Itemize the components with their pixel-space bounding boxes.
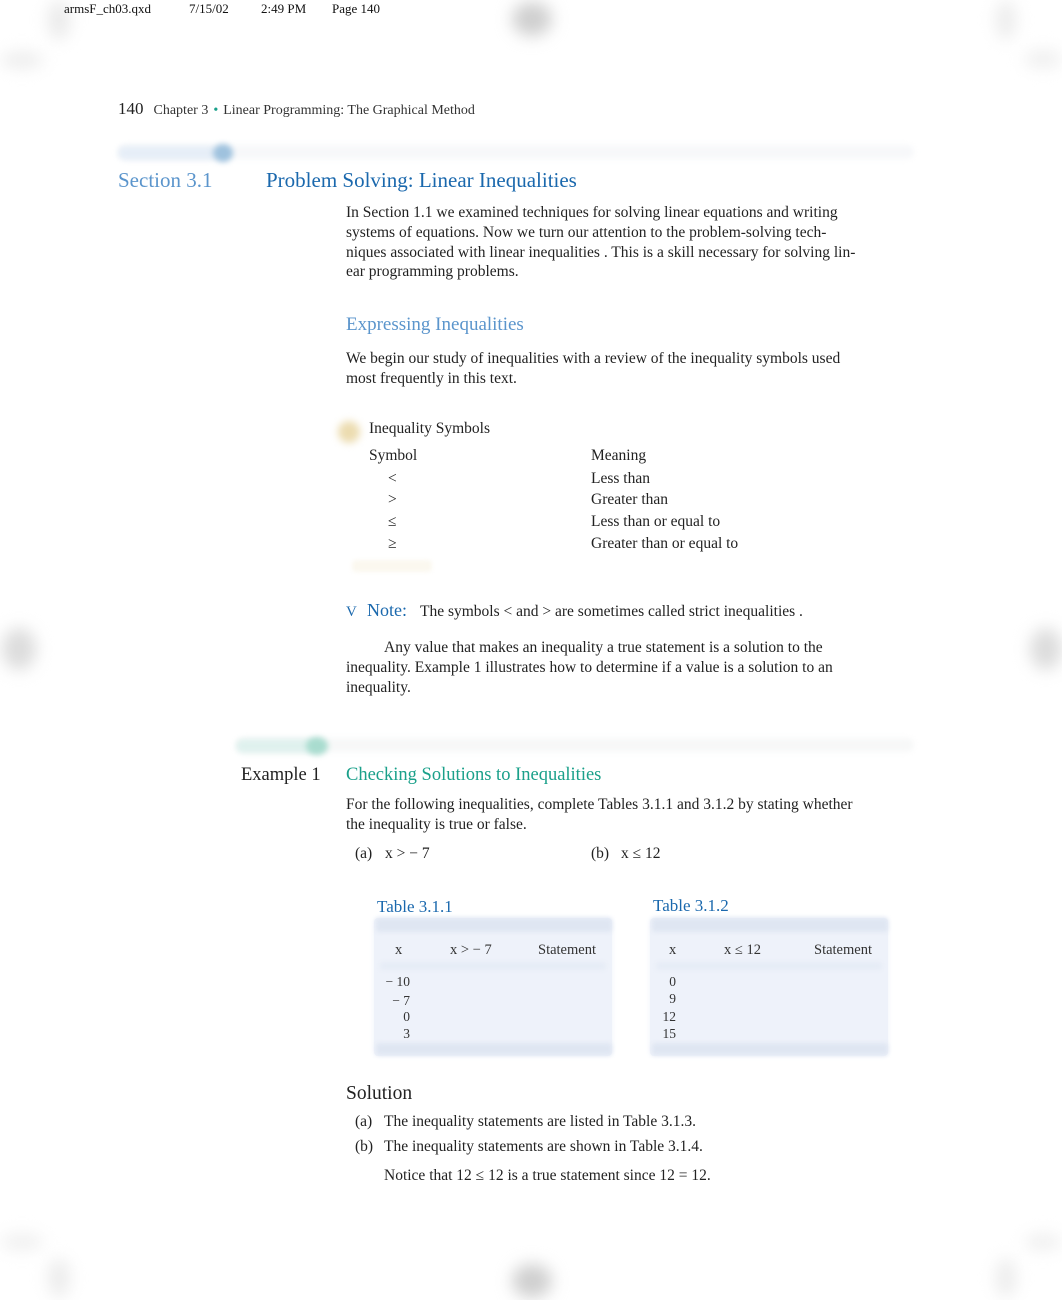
table-3-1-2-header-inequality: x ≤ 12	[724, 942, 761, 958]
intro-line: In Section 1.1 we examined techniques fo…	[346, 204, 838, 221]
symbol-greater-equal: ≥	[388, 535, 397, 552]
slug-page: Page 140	[332, 1, 381, 16]
expressing-line: most frequently in this text.	[346, 369, 517, 387]
example-rule	[236, 738, 914, 752]
symbol-less-than: <	[388, 470, 397, 487]
part-b-inequality: x ≤ 12	[621, 845, 661, 862]
example-rule-dot	[306, 737, 328, 755]
table-3-1-1-header-rule	[380, 962, 606, 970]
solution-definition-paragraph: Any value that makes an inequality a tru…	[346, 638, 912, 697]
table-3-1-2-header-rule	[656, 962, 882, 970]
slug-date: 7/15/02	[189, 1, 229, 16]
slug-filename: armsF_ch03.qxd	[64, 1, 152, 16]
solution-b-label: (b)	[355, 1138, 374, 1155]
table-3-1-2-header-statement: Statement	[814, 942, 872, 958]
example-label: Example 1	[241, 765, 321, 785]
expressing-line: We begin our study of inequalities with …	[346, 350, 841, 367]
solution-notice: Notice that 12 ≤ 12 is a true statement …	[384, 1167, 711, 1184]
table-3-1-1-top-band	[376, 918, 612, 932]
crop-mark-bottom-left	[48, 1258, 70, 1298]
symbols-col-meaning: Meaning	[591, 447, 647, 464]
symbols-box-tab	[352, 560, 432, 572]
meaning-less-equal: Less than or equal to	[591, 513, 721, 530]
table-3-1-1-x-value: 0	[403, 1009, 410, 1024]
section-rule	[118, 145, 914, 159]
example-line: For the following inequalities, complete…	[346, 796, 853, 813]
registration-mark-left	[2, 628, 36, 670]
chapter-title: Linear Programming: The Graphical Method	[223, 103, 475, 118]
running-head: 140 Chapter 3 • Linear Programming: The Gra…	[118, 99, 475, 119]
intro-paragraph: In Section 1.1 we examined techniques fo…	[346, 203, 912, 282]
intro-line: ear programming problems.	[346, 263, 519, 281]
table-3-1-1-header-statement: Statement	[538, 942, 596, 958]
solution-def-line: inequality. Example 1 illustrates how to…	[346, 658, 833, 676]
table-3-1-2-x-value: 12	[662, 1009, 677, 1024]
crop-mark-top-right-h	[1024, 50, 1062, 68]
note-marker: V	[346, 604, 357, 620]
crop-mark-bottom-left-h	[0, 1234, 44, 1250]
symbols-box-title: Inequality Symbols	[369, 420, 490, 437]
table-3-1-1-bottom-band	[376, 1043, 612, 1055]
slug-time: 2:49 PM	[261, 1, 307, 16]
meaning-greater-equal: Greater than or equal to	[591, 535, 739, 552]
table-3-1-1-header-x: x	[395, 942, 403, 958]
example-rule-accent	[236, 739, 316, 753]
crop-mark-top-left-h	[0, 52, 44, 68]
section-rule-accent	[118, 146, 218, 160]
table-3-1-2-x-value: 0	[669, 974, 676, 989]
solution-a-text: The inequality statements are listed in …	[384, 1113, 696, 1130]
meaning-less-than: Less than	[591, 470, 650, 487]
table-3-1-2-caption: Table 3.1.2	[653, 896, 729, 915]
symbols-col-symbol: Symbol	[369, 447, 418, 464]
intro-line: niques associated with linear inequaliti…	[346, 243, 856, 261]
crop-mark-bottom-right-h	[1024, 1234, 1062, 1250]
crop-mark-bottom-right	[996, 1258, 1016, 1298]
solution-def-line: Any value that makes an inequality a tru…	[384, 639, 823, 656]
table-3-1-1-x-value: − 10	[385, 974, 411, 989]
bullet-separator: •	[213, 103, 219, 118]
table-3-1-2-bottom-band	[652, 1043, 888, 1055]
example-title: Checking Solutions to Inequalities	[346, 765, 602, 785]
table-3-1-2-x-value: 15	[662, 1026, 677, 1041]
registration-mark-bottom	[512, 1264, 552, 1298]
part-a-inequality: x > − 7	[385, 845, 430, 862]
symbol-greater-than: >	[388, 491, 397, 508]
table-3-1-1-header-inequality: x > − 7	[450, 942, 492, 958]
expressing-heading: Expressing Inequalities	[346, 314, 524, 335]
solution-a-label: (a)	[355, 1113, 373, 1130]
example-line: the inequality is true or false.	[346, 815, 527, 833]
table-3-1-1-x-value: − 7	[392, 993, 410, 1008]
part-b-label: (b)	[591, 845, 610, 862]
key-concept-icon	[338, 421, 360, 443]
part-a-label: (a)	[355, 845, 373, 862]
crop-mark-top-right	[996, 0, 1016, 40]
solution-title: Solution	[346, 1083, 413, 1104]
example-instructions: For the following inequalities, complete…	[346, 795, 912, 835]
table-3-1-1-caption: Table 3.1.1	[377, 897, 453, 916]
table-3-1-2-header-x: x	[669, 942, 677, 958]
chapter-label: Chapter 3	[153, 103, 209, 118]
table-3-1-1-x-value: 3	[403, 1026, 410, 1041]
page-number: 140	[118, 99, 144, 118]
table-3-1-2-top-band	[652, 918, 888, 932]
section-rule-dot	[213, 144, 233, 162]
note-text: The symbols < and > are sometimes called…	[420, 603, 803, 620]
table-3-1-2-x-value: 9	[669, 991, 676, 1006]
solution-b-text: The inequality statements are shown in T…	[384, 1138, 703, 1155]
section-title: Problem Solving: Linear Inequalities	[266, 168, 577, 192]
registration-mark-top	[512, 2, 552, 36]
intro-line: systems of equations. Now we turn our at…	[346, 223, 827, 241]
section-label: Section 3.1	[118, 168, 213, 192]
expressing-paragraph: We begin our study of inequalities with …	[346, 349, 912, 389]
registration-mark-right	[1030, 628, 1062, 670]
meaning-greater-than: Greater than	[591, 491, 669, 508]
symbol-less-equal: ≤	[388, 513, 397, 530]
table-3-1-2	[650, 918, 888, 1056]
solution-def-line: inequality.	[346, 678, 411, 696]
note-label: Note:	[367, 600, 407, 620]
